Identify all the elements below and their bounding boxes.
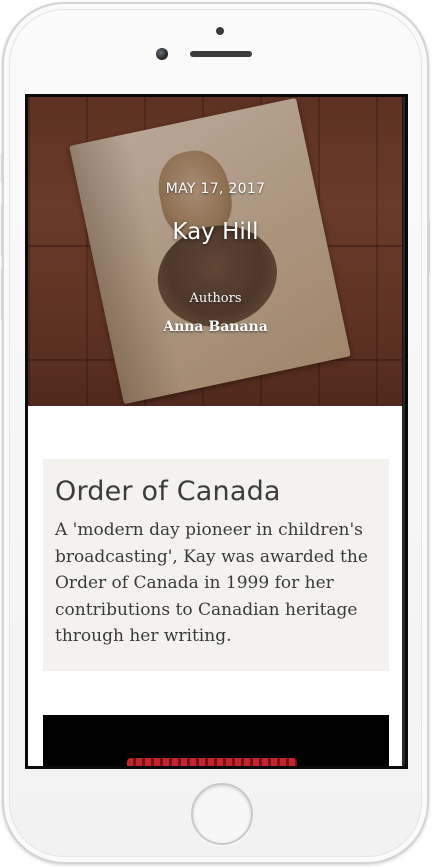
hero-overlay — [28, 97, 403, 406]
author-name-link[interactable]: Anna Banana — [28, 319, 403, 335]
phone-power-button — [427, 218, 430, 274]
story-page[interactable]: MAY 17, 2017 Kay Hill Authors Anna Banan… — [28, 97, 405, 766]
video-thumbnail-light — [127, 758, 297, 766]
story-date: MAY 17, 2017 — [165, 181, 266, 197]
authors-label: Authors — [189, 291, 242, 306]
card-body-text: A 'modern day pioneer in children's broa… — [55, 520, 368, 646]
earpiece-speaker — [190, 51, 252, 57]
card-title: Order of Canada — [55, 476, 281, 507]
phone-screen: MAY 17, 2017 Kay Hill Authors Anna Banan… — [25, 94, 408, 769]
scrollbar[interactable] — [402, 97, 405, 766]
phone-volume-up — [1, 204, 4, 256]
phone-side-button — [1, 154, 4, 182]
story-title: Kay Hill — [172, 219, 259, 245]
phone-volume-down — [1, 268, 4, 320]
video-embed[interactable] — [43, 715, 389, 766]
hero-banner: MAY 17, 2017 Kay Hill Authors Anna Banan… — [28, 97, 403, 406]
front-camera-icon — [156, 48, 168, 60]
story-card: Order of Canada A 'modern day pioneer in… — [43, 459, 389, 671]
home-button[interactable] — [191, 783, 253, 845]
proximity-sensor — [216, 27, 224, 35]
